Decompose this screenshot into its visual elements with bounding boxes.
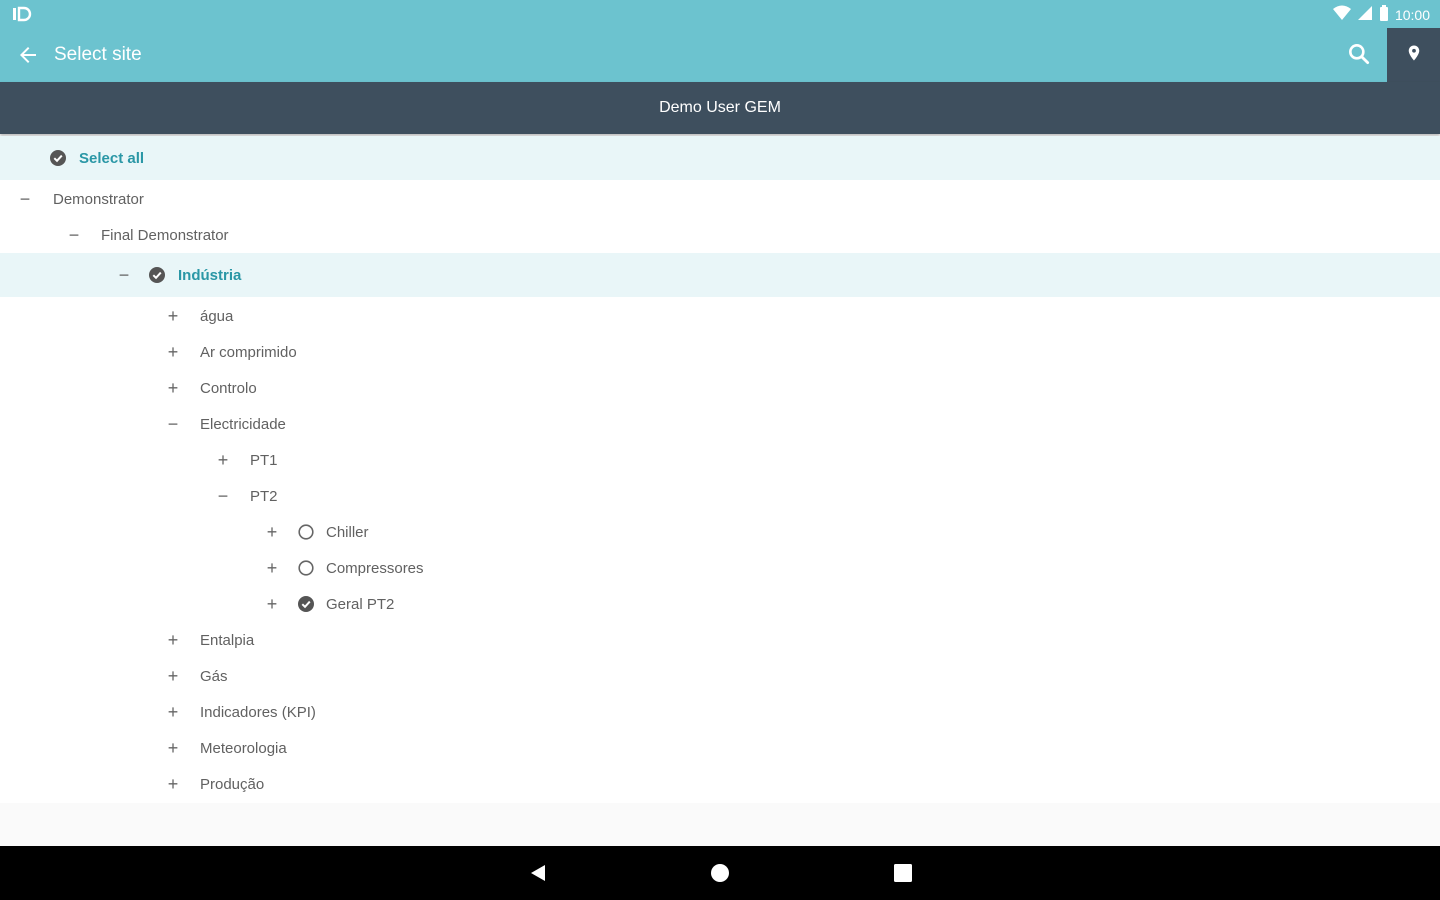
collapse-icon[interactable]: − (166, 406, 180, 442)
tree-node-label: Compressores (326, 559, 424, 577)
tree-node-ar-comprimido[interactable]: + Ar comprimido (0, 334, 1440, 370)
tree-node-label: Controlo (200, 379, 257, 397)
collapse-icon[interactable]: − (117, 253, 131, 297)
tree-node-industria[interactable]: − Indústria (0, 253, 1440, 297)
expand-icon[interactable]: + (166, 370, 180, 406)
expand-icon[interactable]: + (166, 694, 180, 730)
tree-node-pt1[interactable]: + PT1 (0, 442, 1440, 478)
tree-node-producao[interactable]: + Produção (0, 766, 1440, 802)
expand-icon[interactable]: + (265, 550, 279, 586)
tree-node-label: Final Demonstrator (101, 226, 229, 244)
tree-node-agua[interactable]: + água (0, 298, 1440, 334)
checked-circle-icon[interactable] (298, 596, 314, 612)
tree-node-electricidade[interactable]: − Electricidade (0, 406, 1440, 442)
sim-icon (12, 6, 32, 25)
tree-node-label: Gás (200, 667, 228, 685)
status-bar: 10:00 (0, 0, 1440, 28)
user-header: Demo User GEM (0, 82, 1440, 134)
tree-node-controlo[interactable]: + Controlo (0, 370, 1440, 406)
empty-circle-icon[interactable] (298, 524, 314, 540)
tree-node-label: Meteorologia (200, 739, 287, 757)
expand-icon[interactable]: + (166, 334, 180, 370)
tree-node-geral-pt2[interactable]: + Geral PT2 (0, 586, 1440, 622)
tree-node-label: Demonstrator (53, 190, 144, 208)
expand-icon[interactable]: + (166, 298, 180, 334)
tree-node-label: Ar comprimido (200, 343, 297, 361)
tree-node-entalpia[interactable]: + Entalpia (0, 622, 1440, 658)
checked-circle-icon[interactable] (50, 150, 66, 166)
expand-icon[interactable]: + (166, 658, 180, 694)
nav-home-icon[interactable] (710, 863, 730, 888)
clock-time: 10:00 (1394, 6, 1430, 23)
select-all-label: Select all (79, 149, 145, 167)
tree-node-label: PT2 (250, 487, 278, 505)
collapse-icon[interactable]: − (67, 217, 81, 253)
expand-icon[interactable]: + (265, 514, 279, 550)
signal-icon (1357, 5, 1373, 24)
tree-node-label: Chiller (326, 523, 369, 541)
tree-node-chiller[interactable]: + Chiller (0, 514, 1440, 550)
tree-node-label: Entalpia (200, 631, 255, 649)
select-all-row[interactable]: Select all (0, 136, 1440, 180)
tree-node-meteorologia[interactable]: + Meteorologia (0, 730, 1440, 766)
tree-node-label: Indústria (178, 266, 242, 284)
arrow-back-icon[interactable] (16, 43, 40, 67)
expand-icon[interactable]: + (166, 622, 180, 658)
tree-node-label: Electricidade (200, 415, 286, 433)
tree-node-pt2[interactable]: − PT2 (0, 478, 1440, 514)
empty-circle-icon[interactable] (298, 560, 314, 576)
tree-node-label: Indicadores (KPI) (200, 703, 316, 721)
system-nav-bar (0, 846, 1440, 900)
nav-recents-icon[interactable] (893, 863, 913, 888)
tree-node-indicadores[interactable]: + Indicadores (KPI) (0, 694, 1440, 730)
expand-icon[interactable]: + (166, 766, 180, 802)
map-pin-icon (1405, 42, 1423, 69)
expand-icon[interactable]: + (166, 730, 180, 766)
search-icon[interactable] (1346, 41, 1372, 67)
checked-circle-icon[interactable] (149, 267, 165, 283)
tree-node-compressores[interactable]: + Compressores (0, 550, 1440, 586)
tree-node-label: Produção (200, 775, 265, 793)
tree-node-label: Geral PT2 (326, 595, 395, 613)
map-button[interactable] (1387, 28, 1440, 82)
expand-icon[interactable]: + (216, 442, 230, 478)
tree-node-label: água (200, 307, 234, 325)
page-title: Select site (54, 44, 142, 65)
tree-node-label: PT1 (250, 451, 278, 469)
collapse-icon[interactable]: − (18, 181, 32, 217)
expand-icon[interactable]: + (265, 586, 279, 622)
nav-back-icon[interactable] (528, 863, 548, 888)
wifi-icon (1332, 5, 1351, 24)
tree-node-demonstrator[interactable]: − Demonstrator (0, 181, 1440, 217)
app-bar: Select site (0, 28, 1440, 82)
tree-node-final-demonstrator[interactable]: − Final Demonstrator (0, 217, 1440, 253)
tree-node-gas[interactable]: + Gás (0, 658, 1440, 694)
site-tree: Select all − Demonstrator − Final Demons… (0, 136, 1440, 803)
collapse-icon[interactable]: − (216, 478, 230, 514)
battery-icon (1379, 5, 1389, 24)
